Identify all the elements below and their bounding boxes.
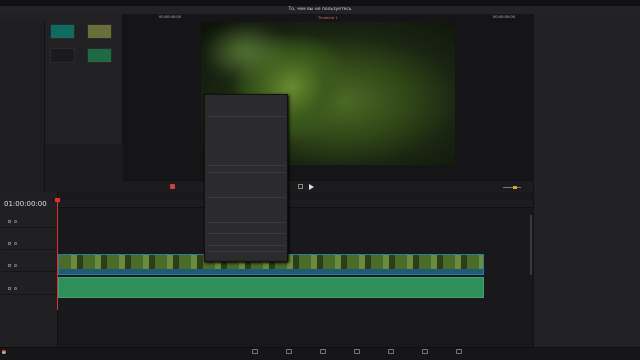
context-menu-item[interactable]	[205, 239, 289, 244]
visibility-icon[interactable]	[14, 264, 17, 267]
top-toolbar	[0, 6, 640, 14]
track-header[interactable]	[2, 232, 57, 250]
track-header[interactable]	[2, 277, 57, 295]
playhead[interactable]	[57, 200, 58, 310]
context-menu-item[interactable]	[205, 111, 289, 116]
audio-clip[interactable]	[58, 277, 484, 298]
media-clip-thumbnail[interactable]	[50, 24, 75, 39]
context-menu-item[interactable]	[205, 160, 289, 165]
inspector-panel	[533, 14, 640, 352]
page-icon	[422, 349, 428, 354]
clip-grid	[46, 21, 123, 146]
context-menu-item[interactable]	[205, 166, 289, 171]
lock-icon[interactable]	[8, 287, 11, 290]
timeline-toolbar	[123, 180, 533, 192]
play-icon[interactable]	[309, 184, 314, 190]
zoom-slider-handle[interactable]	[513, 186, 517, 189]
viewer-timecode: 00:00:00:00	[493, 15, 515, 19]
visibility-icon[interactable]	[14, 242, 17, 245]
page-tab[interactable]	[282, 349, 296, 355]
timeline-scrollbar[interactable]	[530, 215, 532, 275]
page-tab[interactable]	[316, 349, 330, 355]
track-header[interactable]	[2, 254, 57, 272]
lock-icon[interactable]	[8, 264, 11, 267]
viewer-timeline-name[interactable]: Timeline 1	[318, 15, 338, 20]
context-menu-item[interactable]	[205, 217, 289, 222]
lock-icon[interactable]	[8, 220, 11, 223]
timeline-ruler[interactable]	[58, 200, 533, 208]
page-tab[interactable]	[452, 349, 466, 355]
context-menu	[204, 94, 288, 262]
page-tab[interactable]	[248, 349, 262, 355]
visibility-icon[interactable]	[14, 220, 17, 223]
track-header[interactable]	[2, 210, 57, 228]
page-icon	[286, 349, 292, 354]
playhead-handle[interactable]	[55, 198, 60, 202]
page-tab[interactable]	[350, 349, 364, 355]
stop-icon[interactable]	[298, 184, 303, 189]
lock-icon[interactable]	[8, 242, 11, 245]
page-icon	[388, 349, 394, 354]
media-clip-thumbnail[interactable]	[50, 48, 75, 63]
visibility-icon[interactable]	[14, 287, 17, 290]
zoom-slider[interactable]	[503, 187, 521, 188]
page-icon	[354, 349, 360, 354]
context-menu-item[interactable]	[205, 246, 289, 251]
page-tab[interactable]	[384, 349, 398, 355]
context-menu-item[interactable]	[205, 228, 289, 233]
context-menu-item[interactable]	[205, 192, 289, 197]
page-icon	[456, 349, 462, 354]
timeline-timecode: 01:00:00:00	[4, 200, 47, 208]
page-icon	[252, 349, 258, 354]
media-clip-thumbnail[interactable]	[87, 24, 112, 39]
page-tab[interactable]	[418, 349, 432, 355]
resolve-logo-icon	[2, 350, 6, 354]
red-tool-icon[interactable]	[170, 184, 175, 189]
page-icon	[320, 349, 326, 354]
viewer-left-time: 00:00:00:00	[159, 15, 181, 19]
app-brand	[2, 350, 8, 354]
context-menu-item[interactable]	[205, 252, 289, 257]
media-clip-thumbnail[interactable]	[87, 48, 112, 63]
